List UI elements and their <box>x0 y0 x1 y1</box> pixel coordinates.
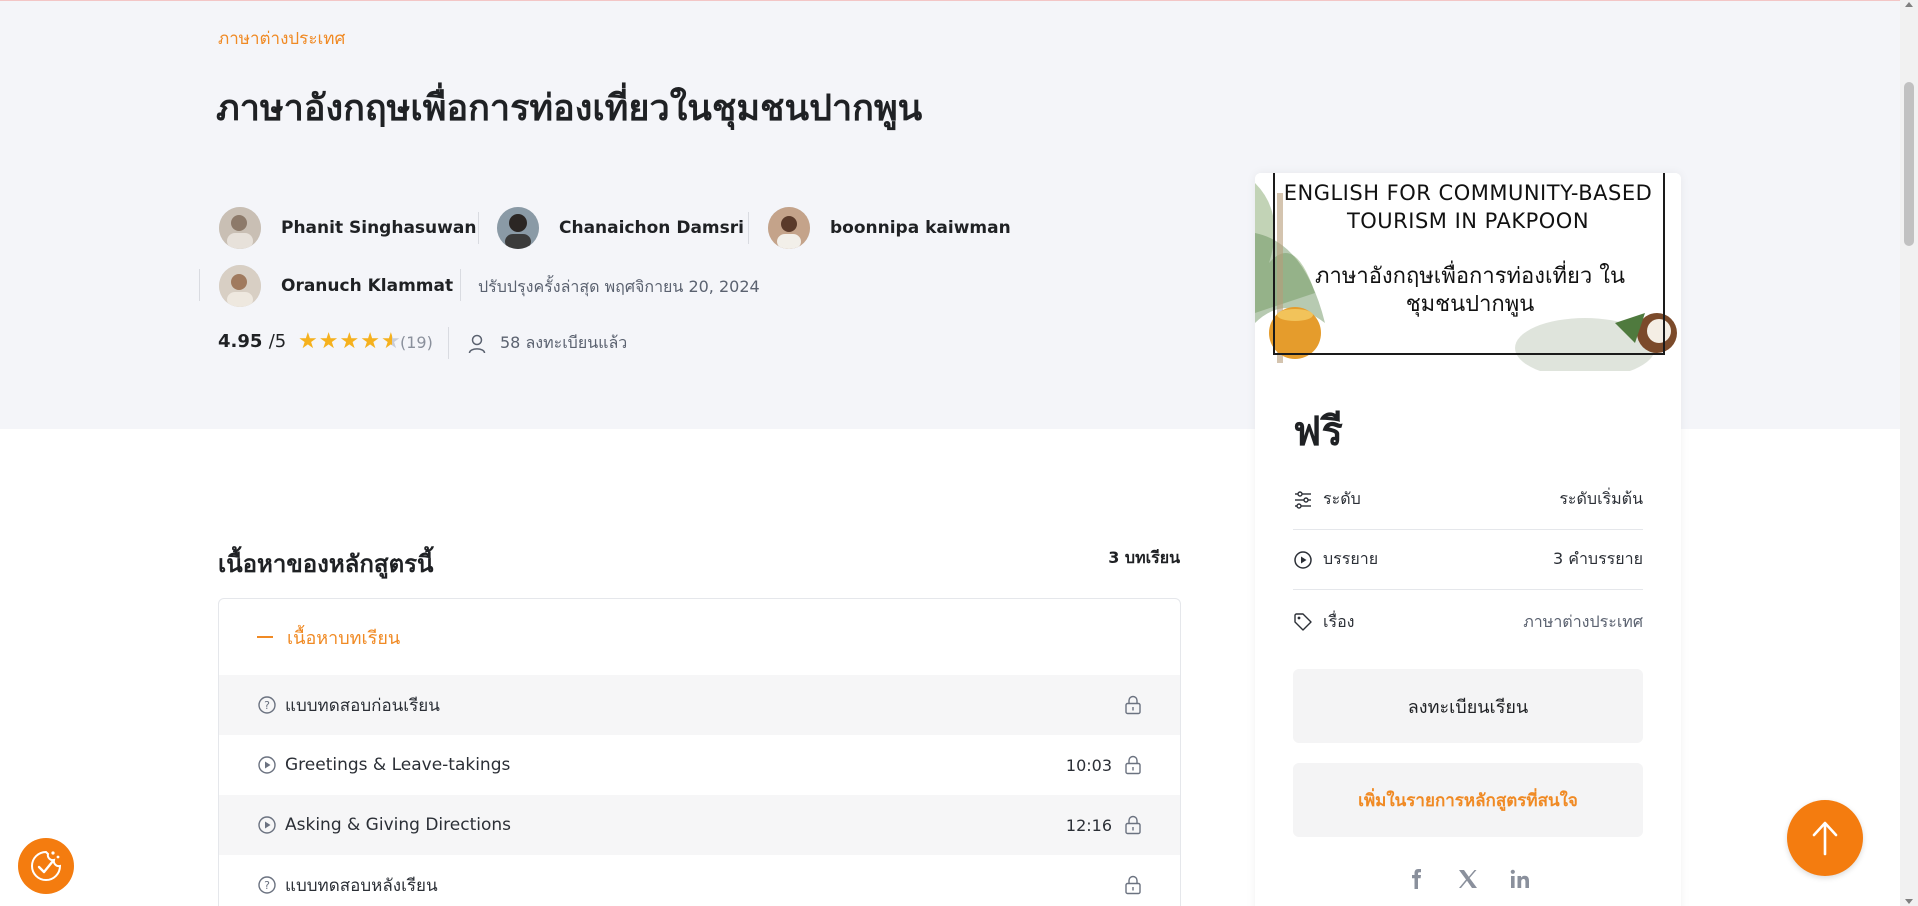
lesson-list: ? แบบทดสอบก่อนเรียน Greetings & Leave-ta… <box>219 675 1180 906</box>
lock-icon <box>1125 875 1141 895</box>
meta-lectures: บรรยาย 3 คำบรรยาย <box>1293 530 1643 590</box>
author-item[interactable]: boonnipa kaiwman <box>768 206 1011 250</box>
sliders-icon <box>1295 490 1311 509</box>
meta-label: เรื่อง <box>1323 611 1355 631</box>
meta-value: ระดับเริ่มต้น <box>1559 489 1643 508</box>
lesson-item[interactable]: Asking & Giving Directions 12:16 <box>219 795 1180 855</box>
star-icon: ★ <box>298 329 318 354</box>
author-name: Oranuch Klammat <box>281 276 454 296</box>
rating-count: (19) <box>400 333 433 352</box>
rating-score: 4.95 /5 <box>218 331 287 352</box>
meta-value[interactable]: ภาษาต่างประเทศ <box>1523 610 1643 635</box>
quiz-icon: ? <box>258 876 276 894</box>
meta-subject: เรื่อง ภาษาต่างประเทศ <box>1293 592 1643 652</box>
tag-icon <box>1294 613 1312 631</box>
scrollbar-thumb[interactable] <box>1904 82 1914 246</box>
star-icon: ★ <box>339 329 360 354</box>
divider <box>448 327 449 359</box>
curriculum-title: เนื้อหาของหลักสูตรนี้ <box>218 550 434 578</box>
topic-toggle[interactable]: เนื้อหาบทเรียน <box>219 599 1180 675</box>
enrolled-count: 58 ลงทะเบียนแล้ว <box>468 331 627 356</box>
lock-icon <box>1125 755 1141 775</box>
avatar <box>219 265 261 307</box>
lesson-count: 3 บทเรียน <box>1108 548 1180 567</box>
facebook-icon[interactable] <box>1404 867 1428 891</box>
lesson-item[interactable]: ? แบบทดสอบก่อนเรียน <box>219 675 1180 735</box>
course-price: ฟรี <box>1293 409 1343 455</box>
cookie-check-icon <box>31 850 62 881</box>
arrow-up-icon <box>1812 821 1838 856</box>
add-to-wishlist-button[interactable]: เพิ่มในรายการหลักสูตรที่สนใจ <box>1293 763 1643 837</box>
avatar <box>219 207 261 249</box>
meta-level: ระดับ ระดับเริ่มต้น <box>1293 470 1643 530</box>
avatar <box>497 207 539 249</box>
user-icon <box>468 334 486 353</box>
author-item[interactable]: Oranuch Klammat <box>219 264 453 308</box>
lesson-item[interactable]: ? แบบทดสอบหลังเรียน <box>219 855 1180 906</box>
lock-icon <box>1125 695 1141 715</box>
course-thumbnail: ENGLISH FOR COMMUNITY-BASED TOURISM IN P… <box>1255 173 1681 371</box>
rating-stars: ★ ★ ★ ★ ★ <box>298 331 401 353</box>
play-icon <box>258 816 276 834</box>
lock-icon <box>1125 815 1141 835</box>
course-title: ภาษาอังกฤษเพื่อการท่องเที่ยวในชุมชนปากพู… <box>216 88 923 129</box>
course-category-link[interactable]: ภาษาต่างประเทศ <box>218 25 345 52</box>
author-name: boonnipa kaiwman <box>830 218 1011 238</box>
divider <box>460 269 461 301</box>
author-name: Phanit Singhasuwan <box>281 218 477 238</box>
star-icon: ★ <box>360 329 380 354</box>
play-circle-icon <box>1294 550 1312 569</box>
lesson-name: Greetings & Leave-takings <box>285 755 511 775</box>
linkedin-icon[interactable] <box>1508 867 1532 891</box>
quiz-icon: ? <box>258 696 276 714</box>
lesson-name: แบบทดสอบก่อนเรียน <box>285 695 440 716</box>
page-scrollbar[interactable] <box>1900 0 1918 906</box>
last-updated: ปรับปรุงครั้งล่าสุด พฤศจิกายน 20, 2024 <box>478 277 760 296</box>
scroll-up-arrow-icon[interactable] <box>1905 2 1913 7</box>
divider <box>748 212 749 244</box>
star-icon: ★ <box>318 329 339 354</box>
author-item[interactable]: Phanit Singhasuwan <box>219 206 476 250</box>
collapse-icon <box>257 636 273 638</box>
lesson-name: แบบทดสอบหลังเรียน <box>285 875 438 896</box>
author-item[interactable]: Chanaichon Damsri <box>497 206 744 250</box>
svg-text:?: ? <box>264 879 270 892</box>
social-share <box>1255 867 1681 891</box>
x-icon[interactable] <box>1456 867 1480 891</box>
lesson-duration: 12:16 <box>1065 815 1112 835</box>
star-half-icon: ★ <box>380 329 401 354</box>
thumbnail-title-th: ภาษาอังกฤษเพื่อการท่องเที่ยว ในชุมชนปากพ… <box>1314 264 1626 317</box>
meta-label: ระดับ <box>1323 489 1361 508</box>
lesson-duration: 10:03 <box>1065 755 1112 775</box>
meta-value: 3 คำบรรยาย <box>1552 549 1643 568</box>
meta-label: บรรยาย <box>1323 549 1379 568</box>
play-icon <box>258 756 276 774</box>
enroll-button[interactable]: ลงทะเบียนเรียน <box>1293 669 1643 743</box>
divider <box>199 269 200 301</box>
author-name: Chanaichon Damsri <box>559 218 744 238</box>
cookie-consent-button[interactable] <box>18 838 74 894</box>
scroll-down-arrow-icon[interactable] <box>1905 899 1913 904</box>
course-card: ENGLISH FOR COMMUNITY-BASED TOURISM IN P… <box>1255 173 1681 906</box>
topic-title: เนื้อหาบทเรียน <box>287 627 401 649</box>
thumbnail-title-en: ENGLISH FOR COMMUNITY-BASED TOURISM IN P… <box>1283 181 1653 233</box>
svg-text:?: ? <box>264 699 270 712</box>
divider <box>478 212 479 244</box>
lesson-name: Asking & Giving Directions <box>285 815 511 835</box>
scroll-to-top-button[interactable] <box>1787 800 1863 876</box>
lesson-item[interactable]: Greetings & Leave-takings 10:03 <box>219 735 1180 795</box>
avatar <box>768 207 810 249</box>
curriculum-accordion: เนื้อหาบทเรียน ? แบบทดสอบก่อนเรียน Greet… <box>218 598 1181 906</box>
